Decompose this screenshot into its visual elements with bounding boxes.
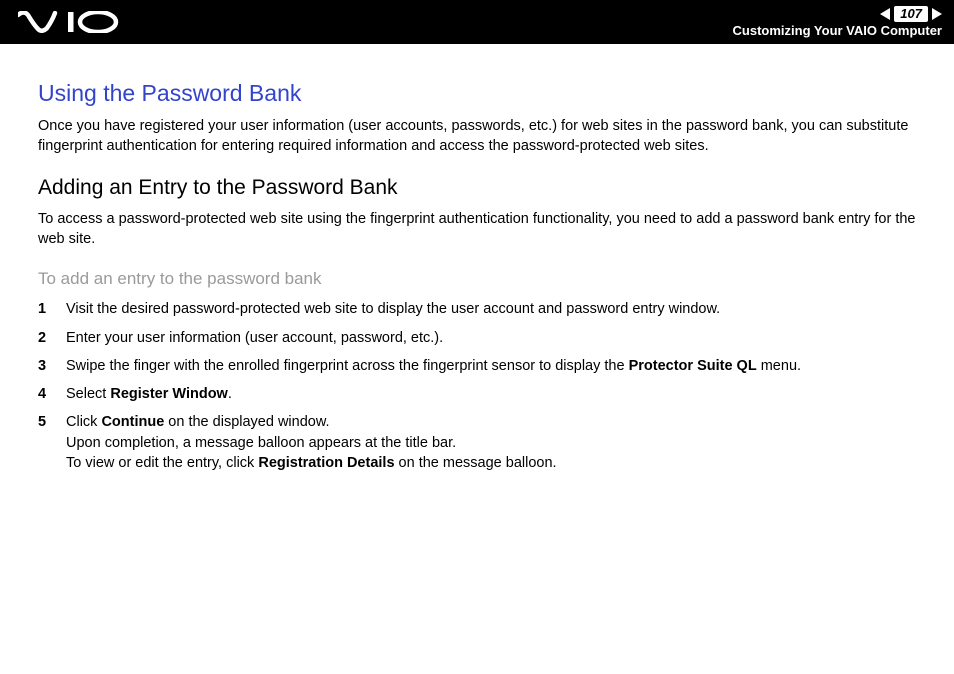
step-text: Enter your user information (user accoun… [66, 328, 916, 348]
list-item: 2 Enter your user information (user acco… [38, 328, 916, 348]
page-content: Using the Password Bank Once you have re… [0, 44, 954, 473]
step-text: Visit the desired password-protected web… [66, 299, 916, 319]
section-label: Customizing Your VAIO Computer [733, 23, 942, 39]
page-number: 107 [894, 6, 928, 22]
header-right: 107 Customizing Your VAIO Computer [733, 6, 942, 38]
section-paragraph: To access a password-protected web site … [38, 210, 916, 249]
list-item: 5 Click Continue on the displayed window… [38, 412, 916, 473]
step-text: Click Continue on the displayed window.U… [66, 412, 916, 473]
procedure-steps: 1 Visit the desired password-protected w… [38, 299, 916, 473]
step-text: Swipe the finger with the enrolled finge… [66, 356, 916, 376]
page-header: 107 Customizing Your VAIO Computer [0, 0, 954, 44]
vaio-logo [18, 11, 120, 33]
intro-paragraph: Once you have registered your user infor… [38, 117, 916, 156]
prev-page-arrow-icon[interactable] [880, 8, 890, 20]
list-item: 3 Swipe the finger with the enrolled fin… [38, 356, 916, 376]
next-page-arrow-icon[interactable] [932, 8, 942, 20]
page-title: Using the Password Bank [38, 80, 916, 107]
list-item: 1 Visit the desired password-protected w… [38, 299, 916, 319]
step-number: 3 [38, 356, 66, 376]
step-number: 5 [38, 412, 66, 473]
page-navigator: 107 [733, 6, 942, 22]
step-text: Select Register Window. [66, 384, 916, 404]
procedure-heading: To add an entry to the password bank [38, 269, 916, 289]
section-heading: Adding an Entry to the Password Bank [38, 176, 916, 200]
step-number: 4 [38, 384, 66, 404]
step-number: 2 [38, 328, 66, 348]
list-item: 4 Select Register Window. [38, 384, 916, 404]
step-number: 1 [38, 299, 66, 319]
